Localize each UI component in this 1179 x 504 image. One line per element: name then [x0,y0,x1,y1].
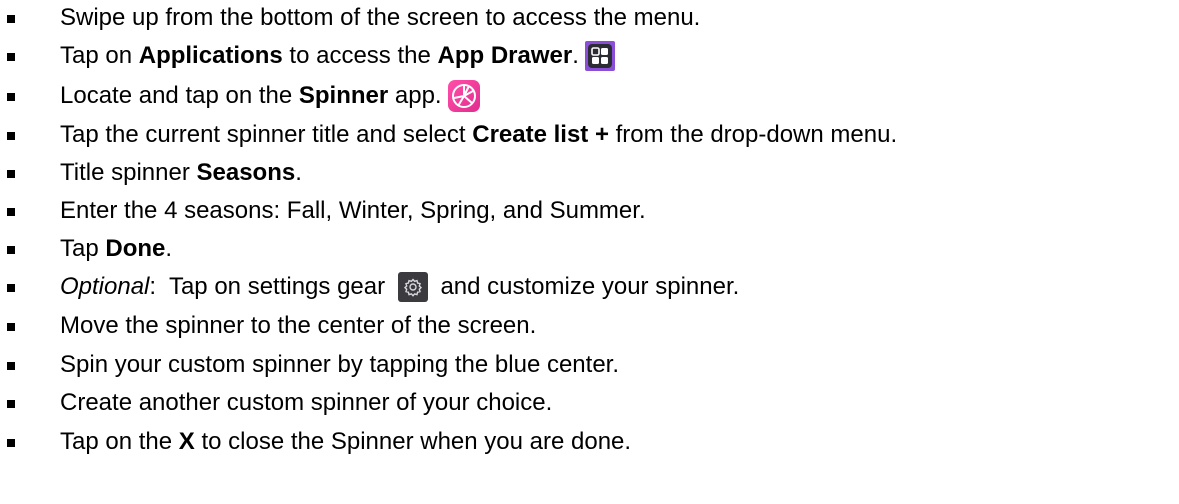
step-text-segment: . [295,159,302,186]
step-text-segment: Tap on [60,42,139,69]
bold-term: App Drawer [437,42,573,69]
bullet-marker [7,284,15,292]
step-text-segment: Create another custom spinner of your ch… [60,389,553,416]
bullet-marker [7,132,15,140]
step-text: Tap Done. [60,231,172,267]
step-text: Move the spinner to the center of the sc… [60,308,536,344]
bullet-marker [7,53,15,61]
bold-term: Done [105,235,166,262]
bullet-marker [7,170,15,178]
step-text-segment: . [165,235,173,262]
step-text-segment: Spin your custom spinner by tapping the … [60,351,620,378]
bold-term: Seasons [196,159,296,186]
step-text-segment: to close the Spinner when you are done. [194,428,632,455]
spinner-app-icon [447,80,480,112]
bullet-marker [7,208,15,216]
instruction-step: Move the spinner to the center of the sc… [0,308,1179,344]
step-text-segment: app. [388,82,442,109]
step-text-segment: to access the [282,42,438,69]
step-text: Enter the 4 seasons: Fall, Winter, Sprin… [60,193,646,229]
bullet-marker [7,362,15,370]
step-text-segment: Enter the 4 seasons: Fall, Winter, Sprin… [60,197,646,224]
step-text: Tap on Applications to access the App Dr… [60,38,621,74]
instruction-step: Spin your custom spinner by tapping the … [0,347,1179,383]
step-text-segment: Tap the current spinner title and select [60,121,473,148]
step-text-segment: . [572,42,579,69]
settings-gear-icon [397,272,428,302]
step-text: Swipe up from the bottom of the screen t… [60,0,700,36]
step-text: Tap the current spinner title and select… [60,117,897,153]
instruction-step: Enter the 4 seasons: Fall, Winter, Sprin… [0,193,1179,229]
step-text-segment: Move the spinner to the center of the sc… [60,312,537,339]
italic-term: Optional [60,273,150,300]
bold-term: X [178,428,195,455]
bullet-marker [7,400,15,408]
bullet-marker [7,439,15,447]
step-text-segment: from the drop-down menu. [608,121,898,148]
step-text-segment: Swipe up from the bottom of the screen t… [60,4,701,31]
step-text: Locate and tap on the Spinner app. [60,78,486,114]
step-text-segment: Tap on the [60,428,179,455]
instruction-step: Locate and tap on the Spinner app. [0,78,1179,114]
bullet-marker [7,15,15,23]
bullet-marker [7,323,15,331]
step-text: Spin your custom spinner by tapping the … [60,347,619,383]
instruction-step: Tap the current spinner title and select… [0,117,1179,153]
instruction-step: Swipe up from the bottom of the screen t… [0,0,1179,36]
instruction-step: Tap on the X to close the Spinner when y… [0,424,1179,460]
bold-term: Create list + [472,121,609,148]
step-text-segment: Title spinner [60,159,197,186]
instruction-step: Title spinner Seasons. [0,155,1179,191]
app-drawer-tile [587,44,612,68]
bold-term: Spinner [298,82,389,109]
instruction-document: Swipe up from the bottom of the screen t… [0,0,1179,504]
instruction-step: Tap on Applications to access the App Dr… [0,38,1179,74]
instruction-step: Create another custom spinner of your ch… [0,385,1179,421]
step-text-segment: Locate and tap on the [60,82,299,109]
step-text: Optional: Tap on settings gear and custo… [60,269,739,305]
step-text-segment: and customize your spinner. [433,273,740,300]
step-text-segment: : Tap on settings gear [149,273,392,300]
step-text: Title spinner Seasons. [60,155,302,191]
step-text-segment: Tap [60,235,106,262]
step-text: Tap on the X to close the Spinner when y… [60,424,631,460]
bullet-marker [7,246,15,254]
bold-term: Applications [138,42,283,69]
instruction-step: Optional: Tap on settings gear and custo… [0,269,1179,305]
instruction-step: Tap Done. [0,231,1179,267]
app-drawer-icon [584,41,615,71]
step-text: Create another custom spinner of your ch… [60,385,552,421]
bullet-marker [7,93,15,101]
